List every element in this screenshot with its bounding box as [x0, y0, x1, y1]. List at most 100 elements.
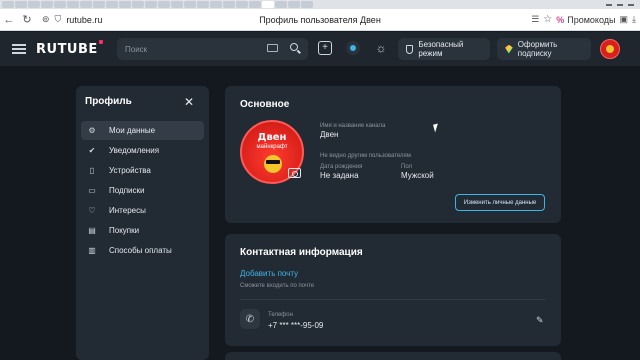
browser-tab[interactable] [197, 1, 209, 8]
browser-tab[interactable] [132, 1, 144, 8]
browser-tab[interactable] [223, 1, 235, 8]
sidebar-item-devices[interactable]: ▯ Устройства [81, 161, 204, 180]
gender-label: Пол [401, 164, 413, 170]
browser-tab[interactable] [171, 1, 183, 8]
browser-tab[interactable] [210, 1, 222, 8]
add-icon[interactable]: + [318, 41, 332, 55]
url-text[interactable]: rutube.ru [66, 15, 102, 25]
address-bar[interactable]: ⊚ ⛉ rutube.ru [42, 14, 202, 25]
browser-tab[interactable] [249, 1, 261, 8]
percent-icon: % [556, 14, 565, 25]
bookmarks-icon[interactable]: ☰ [531, 14, 539, 25]
gender-value: Мужской [401, 171, 434, 180]
site-header: RUTUBE + ☼ Безопасный режим Оформить под… [0, 32, 640, 66]
check-icon: ✔ [88, 146, 96, 155]
logo[interactable]: RUTUBE [36, 39, 103, 57]
hidden-note: Не видно другим пользователям [320, 153, 411, 159]
keyboard-icon[interactable] [267, 44, 278, 52]
section-title: Основное [240, 99, 290, 110]
search-box [117, 38, 308, 60]
browser-tab[interactable] [236, 1, 248, 8]
safe-mode-button[interactable]: Безопасный режим [398, 38, 490, 60]
sidebar-item-label: Способы оплаты [109, 246, 172, 255]
extension-icon[interactable]: ▣ [620, 14, 629, 25]
notifications-icon[interactable] [346, 41, 360, 55]
wallet-icon: ▥ [88, 246, 96, 255]
next-section-card [225, 352, 561, 360]
browser-tab[interactable] [106, 1, 118, 8]
promo-label: Промокоды [567, 14, 616, 25]
close-icon[interactable]: ✕ [184, 95, 194, 109]
browser-tab[interactable] [93, 1, 105, 8]
sidebar-item-payment-methods[interactable]: ▥ Способы оплаты [81, 241, 204, 260]
window-controls[interactable] [606, 3, 640, 6]
section-title: Контактная информация [240, 247, 363, 258]
browser-tab[interactable] [41, 1, 53, 8]
birth-date-value: Не задана [320, 171, 359, 180]
sidebar-item-label: Мои данные [109, 126, 156, 135]
shield-icon [406, 44, 414, 54]
browser-tab[interactable] [275, 1, 287, 8]
shield-icon: ⛉ [54, 14, 62, 24]
subscribe-button[interactable]: Оформить подписку [497, 38, 591, 60]
browser-tab[interactable] [54, 1, 66, 8]
browser-tab-strip [0, 0, 640, 9]
sidebar-item-label: Подписки [109, 186, 145, 195]
name-value: Двен [320, 130, 339, 139]
subscribe-label: Оформить подписку [517, 40, 558, 58]
sidebar-item-label: Устройства [109, 166, 151, 175]
avatar[interactable] [600, 39, 620, 59]
subscriptions-icon: ▭ [88, 186, 96, 195]
edit-personal-data-button[interactable]: Изменить личные данные [455, 194, 545, 211]
pencil-icon[interactable]: ✎ [536, 315, 544, 326]
browser-tab[interactable] [2, 1, 14, 8]
sidebar-item-label: Уведомления [109, 146, 160, 155]
add-email-link[interactable]: Добавить почту [240, 269, 298, 278]
name-label: Имя и название канала [320, 123, 386, 129]
site-settings-icon[interactable]: ⊚ [42, 14, 50, 25]
phone-label: Телефон [268, 312, 293, 318]
browser-toolbar: ← ↻ ⊚ ⛉ rutube.ru Профиль пользователя Д… [0, 9, 640, 31]
phone-value: +7 *** ***-95-09 [268, 321, 324, 330]
browser-tab[interactable] [158, 1, 170, 8]
browser-tab[interactable] [28, 1, 40, 8]
browser-tab-active[interactable] [262, 1, 274, 8]
contact-info-card: Контактная информация Добавить почту Смо… [225, 234, 561, 346]
theme-icon[interactable]: ☼ [374, 41, 388, 55]
camera-icon[interactable] [288, 168, 301, 178]
search-icon[interactable] [290, 43, 298, 51]
sidebar-item-label: Покупки [109, 226, 140, 235]
birth-date-label: Дата рождения [320, 164, 363, 170]
promo-codes-button[interactable]: % Промокоды [556, 15, 615, 25]
sidebar-item-interests[interactable]: ♡ Интересы [81, 201, 204, 220]
divider [240, 299, 545, 300]
browser-tab[interactable] [288, 1, 300, 8]
browser-tab[interactable] [119, 1, 131, 8]
avatar-name-text: Двен [257, 132, 287, 143]
browser-tab[interactable] [184, 1, 196, 8]
menu-icon[interactable] [12, 42, 26, 57]
browser-tab[interactable] [80, 1, 92, 8]
sidebar-item-notifications[interactable]: ✔ Уведомления [81, 141, 204, 160]
reload-icon[interactable]: ↻ [18, 11, 36, 29]
browser-tab[interactable] [145, 1, 157, 8]
smiley-icon [264, 155, 282, 173]
heart-icon: ♡ [88, 206, 96, 215]
browser-tab[interactable] [301, 1, 313, 8]
safe-mode-label: Безопасный режим [418, 40, 464, 58]
main-info-card: Основное Двен майнкрафт Имя и название к… [225, 86, 561, 223]
search-input[interactable] [125, 44, 255, 54]
sidebar-item-purchases[interactable]: ▤ Покупки [81, 221, 204, 240]
email-hint: Сможете входить по почте [240, 283, 315, 289]
card-icon: ▤ [88, 226, 96, 235]
browser-tab[interactable] [67, 1, 79, 8]
download-icon[interactable]: ⤓ [632, 14, 636, 25]
gear-icon: ⚙ [88, 126, 96, 135]
sidebar-item-subscriptions[interactable]: ▭ Подписки [81, 181, 204, 200]
browser-tab[interactable] [15, 1, 27, 8]
back-icon[interactable]: ← [0, 11, 18, 29]
sidebar-title: Профиль [85, 96, 132, 107]
star-icon[interactable]: ☆ [543, 14, 552, 25]
phone-icon: ✆ [240, 309, 260, 329]
sidebar-item-my-data[interactable]: ⚙ Мои данные [81, 121, 204, 140]
